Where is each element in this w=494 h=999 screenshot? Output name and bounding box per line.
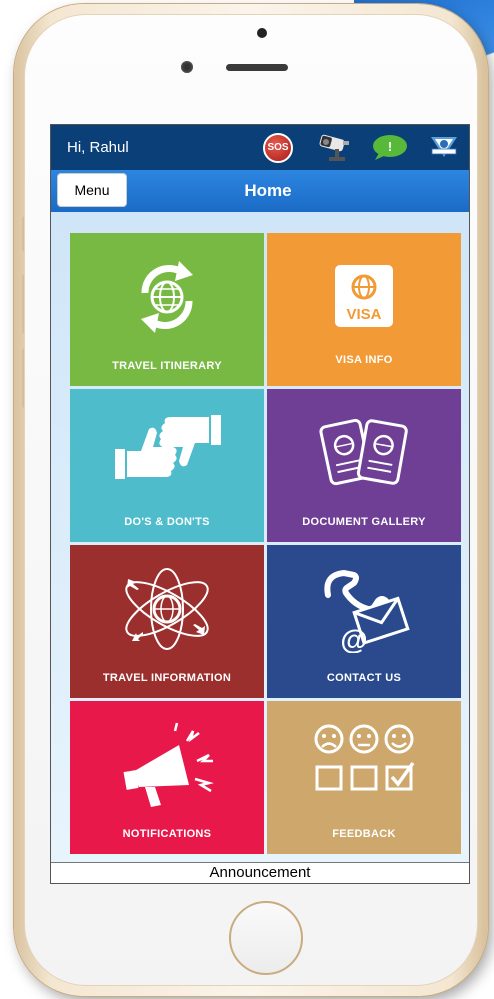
greeting-text: Hi, Rahul <box>67 139 129 156</box>
svg-text:!: ! <box>388 139 392 154</box>
shield-logo-icon[interactable] <box>429 131 459 163</box>
title-bar: Menu Home <box>51 170 469 212</box>
chat-bubble-icon[interactable]: ! <box>371 133 409 161</box>
tile-label: DO'S & DON'TS <box>124 516 210 528</box>
home-content: TRAVEL ITINERARY VISA VISA INFO DO'S & D… <box>51 212 469 862</box>
tile-label: NOTIFICATIONS <box>122 828 212 840</box>
passports-icon <box>319 418 408 486</box>
tile-label: FEEDBACK <box>332 828 396 840</box>
tile-feedback[interactable]: FEEDBACK <box>267 701 461 854</box>
home-button[interactable] <box>229 901 303 975</box>
sos-button[interactable]: SOS <box>263 133 293 163</box>
visa-text: VISA <box>346 306 381 323</box>
app-screen: Hi, Rahul SOS ! Menu Home TRAVEL ITINERA… <box>50 124 470 884</box>
cctv-camera-icon[interactable] <box>317 131 351 163</box>
tile-label: CONTACT US <box>326 672 402 684</box>
tile-grid: TRAVEL ITINERARY VISA VISA INFO DO'S & D… <box>70 233 464 864</box>
megaphone-icon <box>123 722 214 807</box>
proximity-sensor <box>257 28 267 38</box>
tile-label: DOCUMENT GALLERY <box>302 516 426 528</box>
tile-label: VISA INFO <box>335 354 393 366</box>
announcement-bar[interactable]: Announcement <box>51 862 469 883</box>
status-bar: Hi, Rahul SOS ! <box>51 125 469 170</box>
tile-document-gallery[interactable]: DOCUMENT GALLERY <box>267 389 461 542</box>
tile-notifications[interactable]: NOTIFICATIONS <box>70 701 264 854</box>
tile-visa-info[interactable]: VISA VISA INFO <box>267 233 461 386</box>
thumbs-icon <box>115 415 221 479</box>
page-title: Home <box>244 181 292 200</box>
tile-travel-itinerary[interactable]: TRAVEL ITINERARY <box>70 233 264 386</box>
svg-text:@: @ <box>340 624 367 653</box>
front-camera <box>181 61 193 73</box>
tile-dos-and-donts[interactable]: DO'S & DON'TS <box>70 389 264 542</box>
orbit-globe-icon <box>125 568 209 650</box>
tile-travel-information[interactable]: TRAVEL INFORMATION <box>70 545 264 698</box>
tile-contact-us[interactable]: @ CONTACT US <box>267 545 461 698</box>
phone-mail-icon: @ <box>324 569 410 653</box>
globe-cycle-icon <box>141 261 193 333</box>
tile-label: TRAVEL INFORMATION <box>102 672 232 684</box>
feedback-faces-icon <box>314 724 415 791</box>
tile-label: TRAVEL ITINERARY <box>112 360 222 372</box>
earpiece-speaker <box>226 64 288 71</box>
visa-icon: VISA <box>335 265 393 327</box>
